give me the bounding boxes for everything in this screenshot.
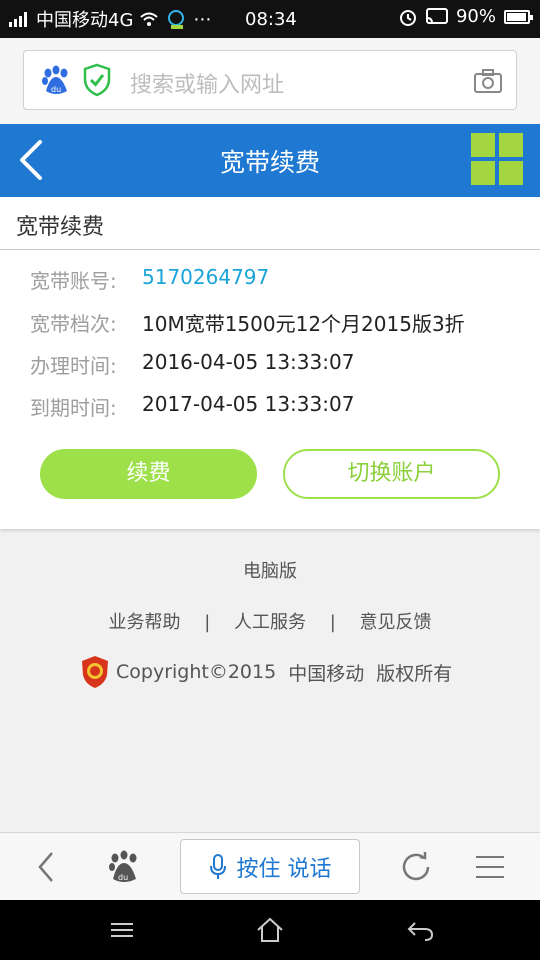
- search-input[interactable]: du 搜索或输入网址: [23, 50, 517, 110]
- grid-cell: [471, 133, 495, 157]
- info-label: 到期时间:: [30, 396, 117, 420]
- switch-account-button[interactable]: 切换账户: [283, 449, 500, 499]
- footer-links: 业务帮助 | 人工服务 | 意见反馈: [0, 608, 540, 634]
- voice-label: 按住 说话: [236, 856, 332, 882]
- menu-grid-button[interactable]: [471, 133, 525, 187]
- info-label: 办理时间:: [30, 354, 117, 378]
- status-bar: 中国移动4G ⋯ 08:34 90%: [0, 0, 540, 38]
- card-title: 宽带续费: [16, 215, 105, 240]
- voice-search-button[interactable]: 按住 说话: [180, 839, 360, 894]
- security-shield-icon: [83, 63, 111, 97]
- wifi-icon: [140, 12, 159, 26]
- plan-value: 10M宽带1500元12个月2015版3折: [142, 312, 465, 336]
- page-title: 宽带续费: [219, 148, 320, 177]
- system-back-icon[interactable]: [405, 915, 435, 945]
- info-label: 宽带账号:: [30, 269, 117, 293]
- assistant-icon: [168, 10, 185, 29]
- page-header: 宽带续费: [0, 124, 540, 197]
- pc-version-link[interactable]: 电脑版: [0, 557, 540, 583]
- rights-text: 版权所有: [376, 662, 453, 685]
- cast-icon: [425, 7, 448, 24]
- feedback-link[interactable]: 意见反馈: [360, 612, 432, 633]
- copyright: Copyright©2015 中国移动 版权所有: [80, 655, 452, 689]
- browser-address-bar: du 搜索或输入网址: [0, 38, 540, 124]
- microphone-icon: [209, 853, 226, 879]
- grid-cell: [499, 133, 523, 157]
- system-navigation-bar: [0, 900, 540, 960]
- system-menu-icon[interactable]: [107, 915, 137, 945]
- expiry-time-value: 2017-04-05 13:33:07: [142, 392, 355, 416]
- signal-icon: [9, 12, 27, 27]
- link-separator: |: [329, 612, 336, 633]
- grid-cell: [471, 161, 495, 185]
- battery-percent: 90%: [455, 6, 496, 27]
- search-placeholder: 搜索或输入网址: [130, 73, 285, 98]
- browser-back-icon[interactable]: [30, 849, 66, 885]
- link-separator: |: [204, 612, 211, 633]
- help-link[interactable]: 业务帮助: [108, 612, 180, 633]
- alarm-icon: [399, 9, 416, 26]
- battery-icon: [504, 9, 533, 24]
- carrier-label: 中国移动4G: [36, 10, 134, 31]
- svg-text:du: du: [118, 873, 128, 882]
- info-row-expiry-time: 到期时间: 2017-04-05 13:33:07: [30, 392, 354, 421]
- info-row-plan: 宽带档次: 10M宽带1500元12个月2015版3折: [30, 308, 465, 337]
- renew-button[interactable]: 续费: [40, 449, 257, 499]
- grid-cell: [499, 161, 523, 185]
- refresh-icon[interactable]: [398, 849, 434, 885]
- copyright-text: Copyright©2015: [116, 661, 277, 683]
- clock: 08:34: [245, 9, 297, 30]
- camera-icon[interactable]: [473, 68, 503, 94]
- svg-text:du: du: [51, 85, 61, 94]
- browser-toolbar: du 按住 说话: [0, 832, 540, 900]
- system-home-icon[interactable]: [255, 915, 285, 945]
- account-number[interactable]: 5170264797: [142, 265, 269, 294]
- baidu-home-icon[interactable]: du: [106, 849, 142, 885]
- divider: [0, 249, 540, 250]
- more-notifications-icon: ⋯: [193, 8, 212, 30]
- info-row-account: 宽带账号: 5170264797: [30, 265, 269, 294]
- police-emblem-icon: [82, 656, 108, 688]
- renewal-card: 宽带续费 宽带账号: 5170264797 宽带档次: 10M宽带1500元12…: [0, 197, 540, 529]
- company-name: 中国移动: [288, 662, 365, 685]
- info-label: 宽带档次:: [30, 312, 117, 336]
- browser-menu-icon[interactable]: [472, 849, 508, 885]
- start-time-value: 2016-04-05 13:33:07: [142, 350, 355, 374]
- baidu-logo-icon: du: [42, 65, 68, 94]
- info-row-start-time: 办理时间: 2016-04-05 13:33:07: [30, 350, 354, 379]
- manual-service-link[interactable]: 人工服务: [234, 612, 306, 633]
